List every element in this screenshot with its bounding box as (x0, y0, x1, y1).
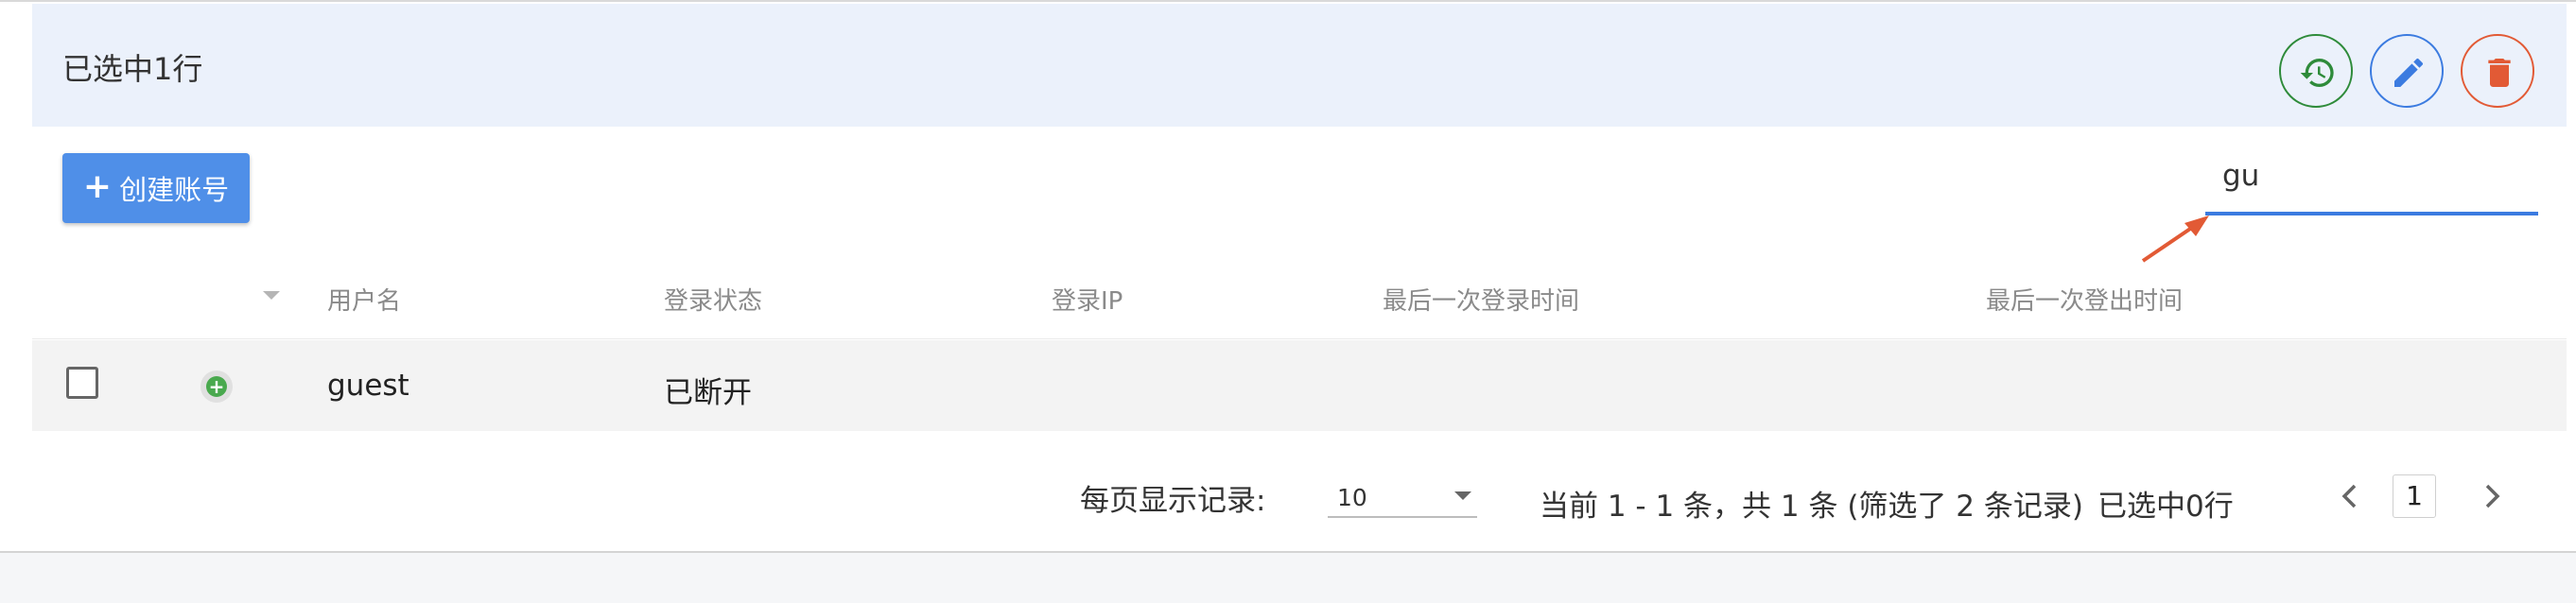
page-size-label: 每页显示记录: (1080, 484, 1266, 518)
accounts-panel: 已选中1行 + 创建账号 gu 用户名 登录状态 登录IP 最后一次登录时间 最… (0, 0, 2576, 553)
history-button[interactable] (2279, 34, 2353, 108)
row-checkbox[interactable] (66, 367, 98, 399)
selection-bar (32, 4, 2567, 127)
chevron-down-icon (1454, 491, 1471, 500)
selection-count: 已选中1行 (62, 51, 203, 87)
plus-icon: + (82, 166, 113, 206)
column-header-login-ip[interactable]: 登录IP (1052, 282, 1123, 317)
table-row[interactable]: + guest 已断开 (32, 340, 2567, 431)
trash-icon (2488, 59, 2511, 87)
chevron-right-icon[interactable] (2481, 480, 2504, 512)
create-account-button[interactable]: + 创建账号 (62, 153, 250, 223)
page-size-value: 10 (1337, 484, 1367, 511)
column-header-last-logout[interactable]: 最后一次登出时间 (1986, 282, 2183, 317)
history-icon (2300, 59, 2334, 88)
column-header-login-status[interactable]: 登录状态 (664, 282, 762, 317)
footer-selected-count: 已选中0行 (2097, 490, 2234, 524)
cell-login-status: 已断开 (664, 376, 752, 410)
delete-button[interactable] (2461, 34, 2534, 108)
plus-circle-icon: + (206, 376, 227, 397)
search-value: gu (2222, 159, 2260, 193)
sort-caret-icon[interactable] (263, 291, 280, 300)
column-header-username[interactable]: 用户名 (327, 282, 401, 317)
chevron-left-icon[interactable] (2338, 480, 2360, 512)
edit-button[interactable] (2370, 34, 2444, 108)
search-input[interactable]: gu (2205, 153, 2538, 215)
cell-username: guest (327, 369, 409, 403)
annotation-arrow-icon (2141, 215, 2209, 263)
create-account-label: 创建账号 (119, 174, 230, 206)
page-size-select[interactable]: 10 (1328, 473, 1477, 518)
expand-row-button[interactable]: + (200, 370, 233, 403)
current-page[interactable]: 1 (2393, 474, 2436, 518)
pencil-icon (2394, 58, 2424, 87)
column-header-last-login[interactable]: 最后一次登录时间 (1383, 282, 1579, 317)
header-divider (32, 338, 2567, 339)
pagination-range: 当前 1 - 1 条，共 1 条 (筛选了 2 条记录) (1540, 490, 2083, 524)
